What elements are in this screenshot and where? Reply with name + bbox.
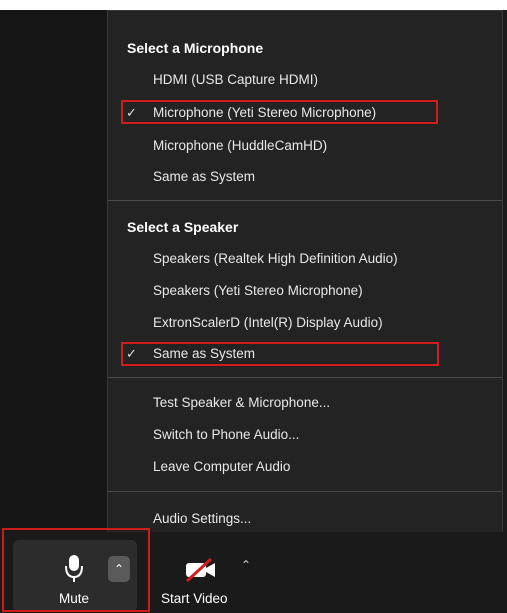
top-strip [0,0,507,10]
mic-selected-highlight [121,100,438,124]
divider [108,491,502,492]
video-off-icon [185,558,215,582]
meeting-background [0,10,107,532]
speaker-selected-highlight [121,342,439,366]
video-options-caret-button[interactable]: ⌃ [241,558,251,572]
mic-item-hdmi[interactable]: HDMI (USB Capture HDMI) [153,72,318,87]
speaker-item-yeti[interactable]: Speakers (Yeti Stereo Microphone) [153,283,363,298]
mic-item-huddlecam[interactable]: Microphone (HuddleCamHD) [153,138,327,153]
audio-settings-item[interactable]: Audio Settings... [153,511,251,526]
leave-computer-audio-item[interactable]: Leave Computer Audio [153,459,290,474]
speaker-item-realtek[interactable]: Speakers (Realtek High Definition Audio) [153,251,398,266]
start-video-button[interactable]: Start Video [153,540,263,612]
audio-menu: Select a Microphone HDMI (USB Capture HD… [107,10,503,538]
divider [108,377,502,378]
speaker-item-extron[interactable]: ExtronScalerD (Intel(R) Display Audio) [153,315,383,330]
mic-item-same-as-system[interactable]: Same as System [153,169,255,184]
divider [108,200,502,201]
start-video-label: Start Video [161,591,228,606]
speaker-section-title: Select a Speaker [127,219,239,235]
mute-highlight [2,528,150,612]
microphone-section-title: Select a Microphone [127,40,264,56]
switch-phone-audio-item[interactable]: Switch to Phone Audio... [153,427,299,442]
test-speaker-mic-item[interactable]: Test Speaker & Microphone... [153,395,330,410]
meeting-toolbar: Mute ⌃ Start Video ⌃ [0,528,507,613]
